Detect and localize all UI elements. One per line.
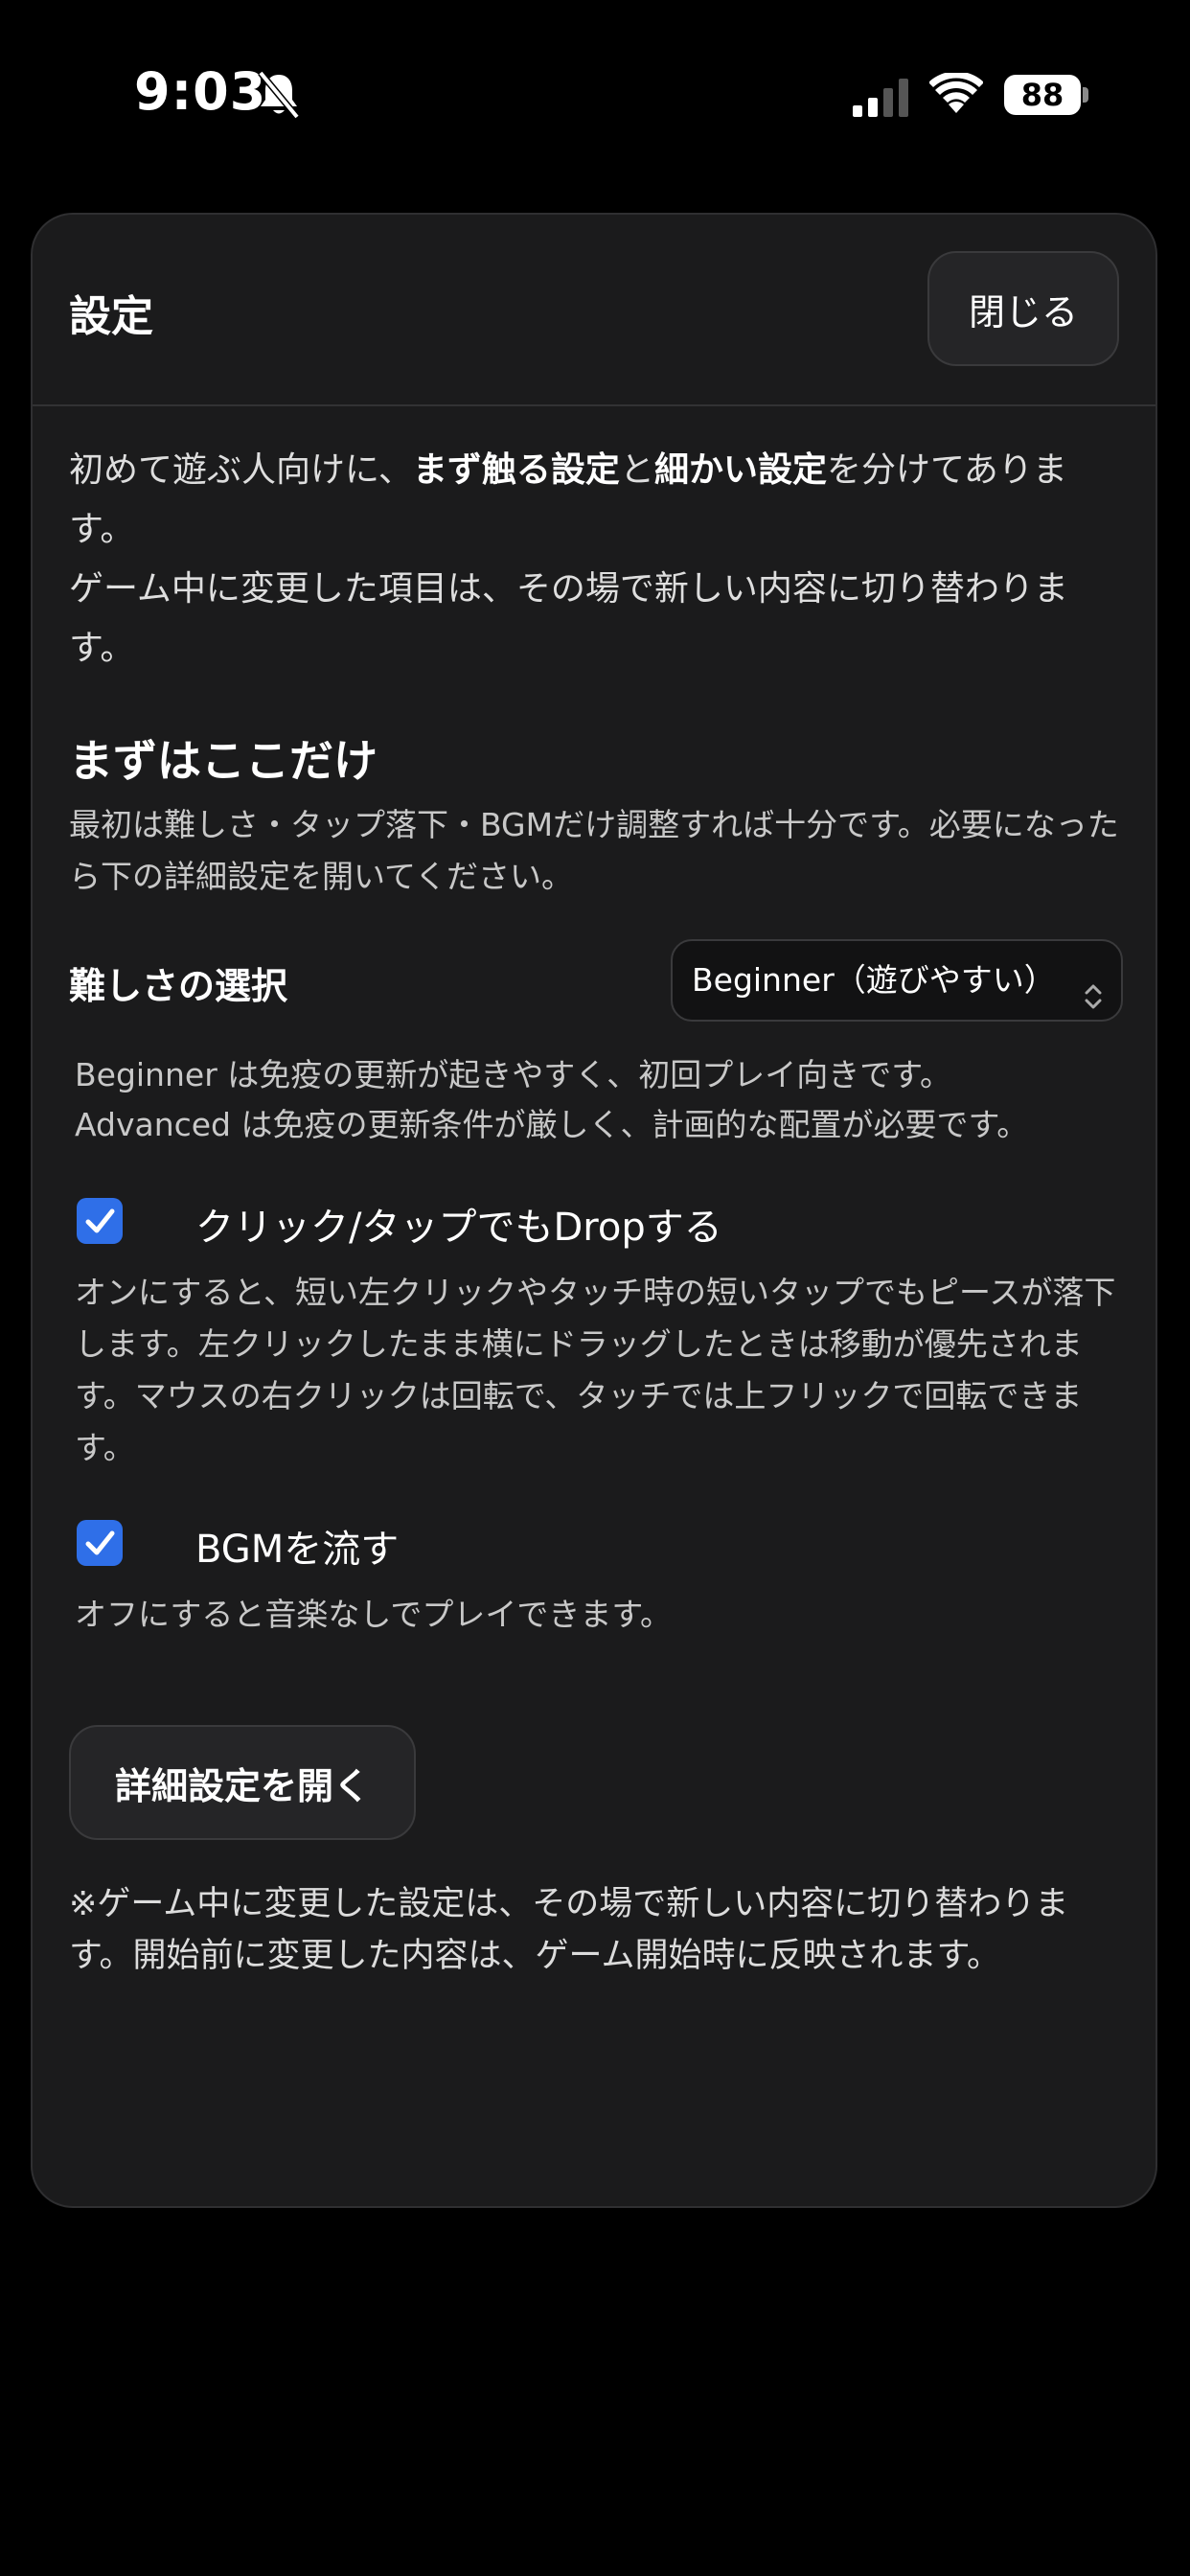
- quick-section-title: まずはここだけ: [69, 735, 378, 787]
- tap-drop-checkbox[interactable]: [77, 1198, 123, 1244]
- settings-dialog: 設定 閉じる 初めて遊ぶ人向けに、まず触る設定と細かい設定を分けてあります。 ゲ…: [31, 213, 1157, 2208]
- status-time: 9:03: [134, 61, 267, 122]
- bgm-checkbox[interactable]: [77, 1520, 123, 1566]
- intro-bold1: まず触る設定: [412, 450, 620, 490]
- signal-icon: [853, 79, 912, 117]
- intro-bold2: 細かい設定: [653, 450, 827, 490]
- tap-drop-row[interactable]: クリック/タップでもDropする: [69, 1188, 1123, 1255]
- tap-drop-description: オンにすると、短い左クリックやタッチ時の短いタップでもピースが落下します。左クリ…: [75, 1274, 1116, 1466]
- dialog-title: 設定: [69, 292, 153, 341]
- intro-part2: と: [619, 450, 654, 490]
- bgm-description: オフにすると音楽なしでプレイできます。: [75, 1596, 673, 1633]
- difficulty-row: 難しさの選択 Beginner（遊びやすい）: [69, 939, 1123, 1024]
- dialog-header: 設定 閉じる: [33, 215, 1156, 406]
- intro-text: 初めて遊ぶ人向けに、まず触る設定と細かい設定を分けてあります。 ゲーム中に変更し…: [69, 441, 1123, 678]
- battery-cap: [1083, 87, 1088, 103]
- intro-part1: 初めて遊ぶ人向けに、: [69, 450, 413, 490]
- difficulty-help: Beginner は免疫の更新が起きやすく、初回プレイ向きです。 Advance…: [69, 1050, 1123, 1150]
- difficulty-help-line1: Beginner は免疫の更新が起きやすく、初回プレイ向きです。: [75, 1056, 951, 1093]
- battery-icon: 88: [1004, 75, 1081, 115]
- difficulty-label: 難しさの選択: [69, 965, 288, 1007]
- open-advanced-settings-button[interactable]: 詳細設定を開く: [69, 1725, 416, 1840]
- bell-slash-icon: [257, 70, 301, 120]
- status-bar: 9:03 88: [0, 0, 1190, 192]
- chevron-up-down-icon: [1083, 964, 1104, 1009]
- checkmark-icon: [85, 1530, 115, 1555]
- tap-drop-label[interactable]: クリック/タップでもDropする: [195, 1196, 722, 1252]
- difficulty-select[interactable]: Beginner（遊びやすい）: [671, 939, 1123, 1022]
- wifi-icon: [928, 71, 984, 115]
- difficulty-selected-value: Beginner（遊びやすい）: [692, 961, 1056, 999]
- bgm-label[interactable]: BGMを流す: [195, 1518, 399, 1574]
- difficulty-help-line2: Advanced は免疫の更新条件が厳しく、計画的な配置が必要です。: [75, 1106, 1029, 1143]
- close-button[interactable]: 閉じる: [927, 251, 1119, 366]
- footnote: ※ゲーム中に変更した設定は、その場で新しい内容に切り替わります。開始前に変更した…: [69, 1885, 1069, 1975]
- bgm-row[interactable]: BGMを流す: [69, 1510, 1123, 1577]
- checkmark-icon: [85, 1208, 115, 1233]
- intro-line2: ゲーム中に変更した項目は、その場で新しい内容に切り替わります。: [69, 569, 1068, 668]
- quick-section-description: 最初は難しさ・タップ落下・BGMだけ調整すれば十分です。必要になったら下の詳細設…: [69, 806, 1119, 895]
- dialog-content: 初めて遊ぶ人向けに、まず触る設定と細かい設定を分けてあります。 ゲーム中に変更し…: [69, 441, 1123, 1982]
